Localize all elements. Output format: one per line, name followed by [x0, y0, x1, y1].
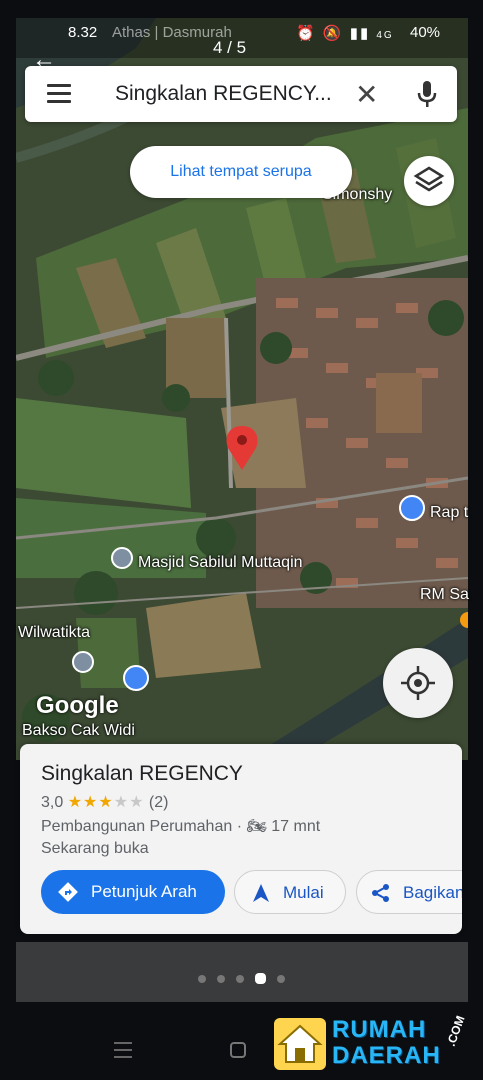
directions-icon — [58, 882, 78, 902]
battery-level: 40% — [410, 24, 441, 41]
layers-icon — [413, 166, 445, 192]
watermark-logo: RUMAH DAERAH .COM — [272, 1013, 472, 1072]
place-poi-icon[interactable] — [72, 651, 94, 673]
clear-icon[interactable]: ✕ — [355, 78, 378, 111]
watermark-line2: DAERAH — [332, 1042, 441, 1069]
similar-places-chip[interactable]: Lihat tempat serupa — [130, 146, 352, 198]
recents-menu-icon[interactable] — [112, 1040, 134, 1060]
rating-value: 3,0 — [41, 794, 64, 811]
map-label-bakso[interactable]: Bakso Cak Widi — [22, 722, 135, 740]
open-status: Sekarang buka — [41, 840, 149, 857]
page-dot[interactable] — [217, 974, 225, 983]
map-label-wilwatikta[interactable]: Wilwatikta — [18, 624, 90, 642]
crosshair-icon — [401, 666, 435, 700]
mic-icon[interactable] — [415, 79, 439, 109]
my-location-button[interactable] — [383, 648, 453, 718]
page-dot[interactable] — [277, 974, 285, 983]
map-label-rap[interactable]: Rap t — [430, 504, 468, 522]
layers-button[interactable] — [404, 156, 454, 206]
house-logo-icon — [274, 1018, 326, 1070]
page-dot[interactable] — [198, 974, 206, 983]
status-icons: ⏰ 🔕 ▮▮ 4G — [296, 25, 394, 42]
review-count: (2) — [148, 794, 169, 811]
menu-icon[interactable] — [47, 84, 71, 104]
search-bar[interactable]: Singkalan REGENCY... ✕ — [25, 66, 457, 122]
image-counter: 4 / 5 — [213, 38, 247, 57]
image-viewer: 8.32 Athas | Dasmurah 4 / 5 ⏰ 🔕 ▮▮ 4G 40… — [0, 0, 483, 1080]
share-button[interactable]: Bagikan — [356, 870, 462, 914]
start-button[interactable]: Mulai — [234, 870, 346, 914]
navigation-arrow-icon — [253, 884, 269, 902]
place-card[interactable]: Singkalan REGENCY 3,0 ★★★★★ (2) Pembangu… — [20, 744, 462, 934]
watermark-domain: .COM — [443, 1013, 468, 1049]
google-logo: Google — [36, 692, 119, 719]
status-bar: 8.32 Athas | Dasmurah 4 / 5 ⏰ 🔕 ▮▮ 4G 40… — [0, 18, 483, 57]
store-poi-icon[interactable] — [123, 665, 149, 691]
page-dot[interactable] — [236, 974, 244, 983]
star-icons: ★★★★★ — [67, 794, 145, 811]
start-label: Mulai — [283, 883, 324, 902]
directions-label: Petunjuk Arah — [91, 882, 197, 901]
place-meta: Pembangunan Perumahan · 🏍 17 mnt — [41, 818, 321, 835]
place-name: Singkalan REGENCY — [41, 762, 243, 785]
place-category: Pembangunan Perumahan — [41, 818, 233, 835]
map-label-masjid[interactable]: Masjid Sabilul Muttaqin — [138, 554, 303, 572]
place-rating: 3,0 ★★★★★ (2) — [41, 792, 168, 812]
mosque-poi-icon[interactable] — [111, 547, 133, 569]
page-indicator[interactable] — [198, 970, 296, 988]
directions-button[interactable]: Petunjuk Arah — [41, 870, 225, 914]
home-button-icon[interactable] — [228, 1040, 248, 1060]
share-icon — [372, 884, 389, 902]
travel-time: 17 mnt — [271, 818, 321, 835]
network-type: 4G — [376, 30, 394, 41]
search-query[interactable]: Singkalan REGENCY... — [115, 82, 332, 106]
back-arrow-icon[interactable]: ← — [32, 46, 56, 74]
motorcycle-icon: 🏍 — [246, 818, 267, 835]
map-label-rm[interactable]: RM Sa — [420, 586, 469, 604]
shop-poi-icon[interactable] — [399, 495, 425, 521]
watermark-line1: RUMAH — [332, 1016, 427, 1043]
page-dot-active[interactable] — [255, 973, 266, 985]
share-label: Bagikan — [403, 883, 462, 902]
clock: 8.32 — [68, 24, 98, 41]
